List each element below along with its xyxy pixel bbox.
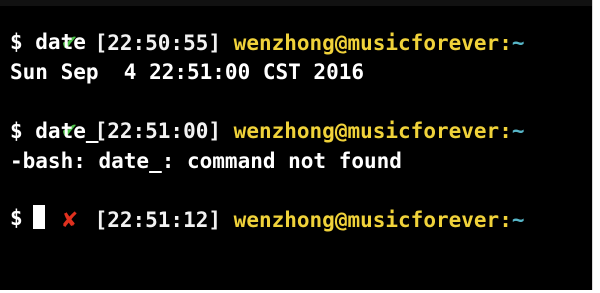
prompt-line: ✔ [22:51:00] wenzhong@musicforever:~ — [10, 86, 525, 143]
command-line: $ date — [10, 30, 86, 54]
prompt-user-host: wenzhong@musicforever — [233, 119, 500, 143]
command-output: -bash: date_: command not found — [10, 149, 402, 173]
terminal-window[interactable]: ✔ [22:50:55] wenzhong@musicforever:~ $ da… — [0, 0, 593, 290]
prompt-line: ✔ [22:50:55] wenzhong@musicforever:~ — [10, 0, 525, 55]
command-output: Sun Sep 4 22:51:00 CST 2016 — [10, 60, 365, 84]
prompt-timestamp: [22:51:12] — [94, 208, 222, 232]
prompt-user-host: wenzhong@musicforever — [233, 208, 500, 232]
prompt-separator: : — [499, 119, 512, 143]
prompt-path: ~ — [511, 208, 525, 232]
prompt-path: ~ — [511, 31, 525, 55]
active-command-line[interactable]: $ — [10, 203, 45, 233]
prompt-timestamp: [22:51:00] — [94, 119, 222, 143]
error-cross-icon: ✘ — [60, 208, 79, 232]
prompt-timestamp: [22:50:55] — [94, 31, 222, 55]
prompt-separator: : — [499, 31, 512, 55]
prompt-line: ✘ [22:51:12] wenzhong@musicforever:~ — [10, 175, 525, 232]
prompt-path: ~ — [511, 119, 525, 143]
prompt-separator: : — [499, 208, 512, 232]
command-line: $ date_ — [10, 119, 99, 143]
prompt-user-host: wenzhong@musicforever — [233, 31, 500, 55]
command-prompt-symbol: $ — [10, 206, 23, 230]
text-cursor[interactable] — [32, 205, 45, 229]
